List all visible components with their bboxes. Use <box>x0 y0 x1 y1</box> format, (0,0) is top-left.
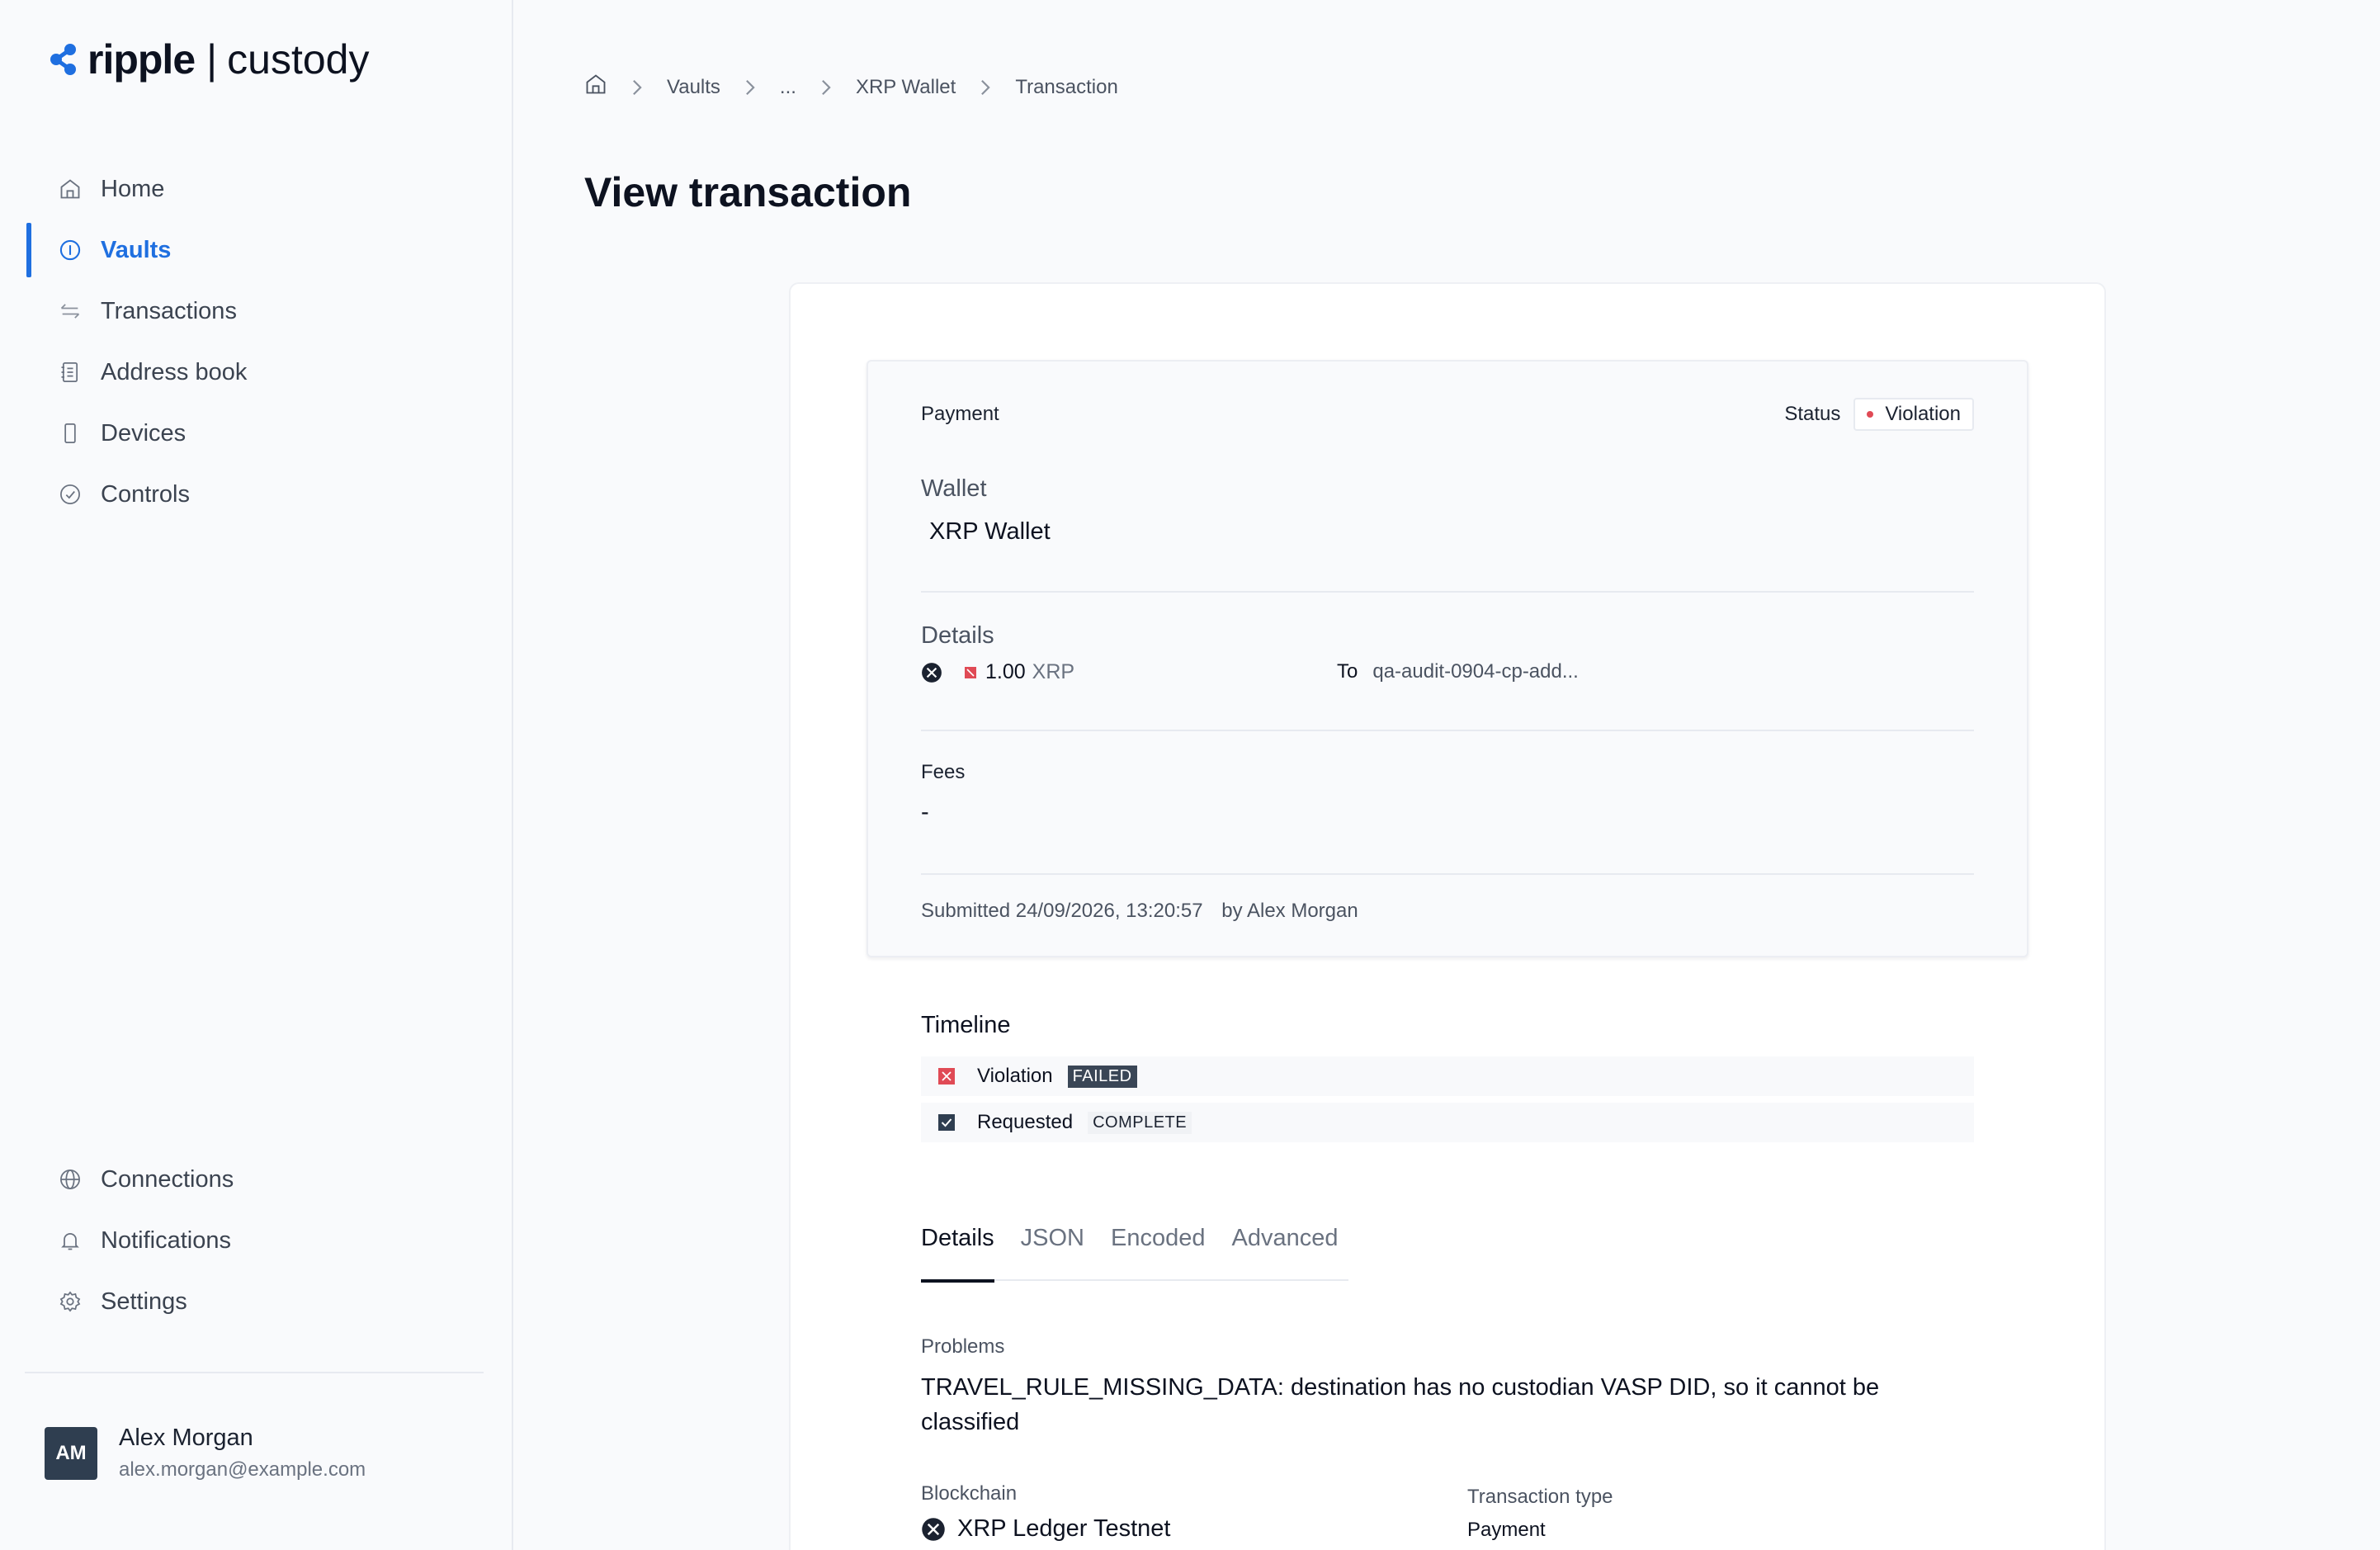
page-title: View transaction <box>584 169 912 215</box>
user-email: alex.morgan@example.com <box>119 1458 366 1481</box>
sidebar-item-vaults[interactable]: Vaults <box>0 220 513 281</box>
sidebar-item-label: Home <box>101 175 165 202</box>
problems-label: Problems <box>921 1335 1005 1358</box>
chevron-right-icon <box>630 78 644 97</box>
destination-row: To qa-audit-0904-cp-add... <box>1337 660 1579 683</box>
fees-label: Fees <box>921 761 966 783</box>
amount-currency: XRP <box>1032 660 1075 683</box>
xrp-coin-icon <box>921 662 942 683</box>
transfer-icon <box>58 299 83 324</box>
divider <box>921 591 1974 593</box>
sidebar-divider <box>25 1372 484 1373</box>
problems-text: TRAVEL_RULE_MISSING_DATA: destination ha… <box>921 1374 1880 1435</box>
check-circle-icon <box>58 482 83 507</box>
device-icon <box>58 421 83 446</box>
wallet-value: XRP Wallet <box>929 518 1051 545</box>
user-name: Alex Morgan <box>119 1425 253 1451</box>
submitted-by: by Alex Morgan <box>1221 900 1358 922</box>
chevron-right-icon <box>819 78 833 97</box>
user-profile[interactable]: AM Alex Morgan alex.morgan@example.com <box>45 1425 366 1481</box>
sidebar-nav: Home Vaults Transactions Address book De… <box>0 158 513 525</box>
timeline-label: Violation <box>977 1065 1053 1087</box>
chevron-right-icon <box>979 78 992 97</box>
timeline-status-tag: FAILED <box>1067 1065 1137 1088</box>
status: Status Violation <box>1784 398 1974 431</box>
xrp-ledger-icon <box>921 1517 946 1542</box>
divider <box>921 730 1974 731</box>
blockchain-value: XRP Ledger Testnet <box>957 1515 1171 1542</box>
gear-icon <box>58 1289 83 1314</box>
ripple-logo-icon <box>48 41 83 78</box>
sidebar-item-controls[interactable]: Controls <box>0 464 513 525</box>
sidebar-item-settings[interactable]: Settings <box>0 1271 513 1332</box>
wallet-label: Wallet <box>921 475 987 502</box>
failed-icon <box>937 1067 956 1085</box>
timeline-status-tag: COMPLETE <box>1088 1111 1192 1134</box>
amount-value: 1.00 <box>985 660 1026 683</box>
sidebar-item-devices[interactable]: Devices <box>0 403 513 464</box>
submitted-info: Submitted 24/09/2026, 13:20:57 by Alex M… <box>921 900 1358 923</box>
sidebar-item-label: Settings <box>101 1288 187 1315</box>
to-label: To <box>1337 660 1358 683</box>
tab-encoded[interactable]: Encoded <box>1111 1220 1206 1281</box>
sidebar-item-label: Address book <box>101 358 248 385</box>
to-address[interactable]: qa-audit-0904-cp-add... <box>1372 660 1579 683</box>
sidebar-item-address-book[interactable]: Address book <box>0 342 513 403</box>
timeline-title: Timeline <box>921 1012 1011 1038</box>
timeline-item: Requested COMPLETE <box>921 1103 1974 1142</box>
sidebar-item-notifications[interactable]: Notifications <box>0 1210 513 1271</box>
divider <box>921 873 1974 875</box>
sidebar-item-label: Connections <box>101 1165 234 1193</box>
sidebar-item-connections[interactable]: Connections <box>0 1149 513 1210</box>
brand-product: custody <box>227 36 370 83</box>
transaction-type-label: Transaction type <box>1467 1486 1613 1508</box>
checkbox-checked-icon <box>937 1113 956 1132</box>
status-badge: Violation <box>1853 398 1974 431</box>
sidebar-item-label: Devices <box>101 419 187 447</box>
brand-name: ripple <box>87 36 196 83</box>
sidebar-item-transactions[interactable]: Transactions <box>0 281 513 342</box>
brand-logo[interactable]: ripple | custody <box>48 35 369 84</box>
blockchain-value-row: XRP Ledger Testnet <box>921 1515 1171 1543</box>
status-dot <box>1867 411 1874 418</box>
violation-flag-icon <box>964 666 977 679</box>
amount-row: 1.00 XRP <box>921 660 1074 684</box>
sidebar-item-label: Controls <box>101 480 190 508</box>
submitted-date: Submitted 24/09/2026, 13:20:57 <box>921 900 1203 922</box>
breadcrumb: Vaults ... XRP Wallet Transaction <box>584 73 1118 102</box>
globe-icon <box>58 1167 83 1192</box>
tab-advanced[interactable]: Advanced <box>1232 1220 1339 1281</box>
tab-details[interactable]: Details <box>921 1220 994 1283</box>
detail-tabs: Details JSON Encoded Advanced <box>921 1220 1348 1283</box>
chevron-right-icon <box>744 78 757 97</box>
brand-separator: | <box>206 36 218 83</box>
transaction-type: Payment <box>921 403 999 425</box>
transaction-summary-card: Payment Status Violation Wallet XRP Wall… <box>867 360 2028 957</box>
sidebar-item-home[interactable]: Home <box>0 158 513 220</box>
home-icon <box>58 177 83 201</box>
transaction-type-value: Payment <box>1467 1519 1546 1541</box>
details-label: Details <box>921 622 994 649</box>
blockchain-label: Blockchain <box>921 1482 1018 1505</box>
breadcrumb-vaults[interactable]: Vaults <box>667 76 720 99</box>
fees-value: - <box>921 799 929 825</box>
sidebar: ripple | custody Home Vaults Transaction… <box>0 0 513 1550</box>
breadcrumb-wallet[interactable]: XRP Wallet <box>856 76 956 99</box>
vault-icon <box>58 238 83 262</box>
status-value: Violation <box>1885 403 1961 425</box>
breadcrumb-ellipsis[interactable]: ... <box>780 76 796 99</box>
timeline-label: Requested <box>977 1111 1074 1133</box>
avatar: AM <box>45 1426 97 1480</box>
sidebar-item-label: Notifications <box>101 1226 231 1254</box>
breadcrumb-home-icon[interactable] <box>584 73 607 102</box>
timeline-item: Violation FAILED <box>921 1056 1974 1096</box>
breadcrumb-current: Transaction <box>1015 75 1118 98</box>
sidebar-bottom-nav: Connections Notifications Settings <box>0 1149 513 1332</box>
sidebar-item-label: Transactions <box>101 297 237 324</box>
bell-icon <box>58 1228 83 1253</box>
status-label: Status <box>1784 403 1841 425</box>
sidebar-item-label: Vaults <box>101 236 172 263</box>
address-book-icon <box>58 360 83 385</box>
tab-json[interactable]: JSON <box>1021 1220 1084 1281</box>
